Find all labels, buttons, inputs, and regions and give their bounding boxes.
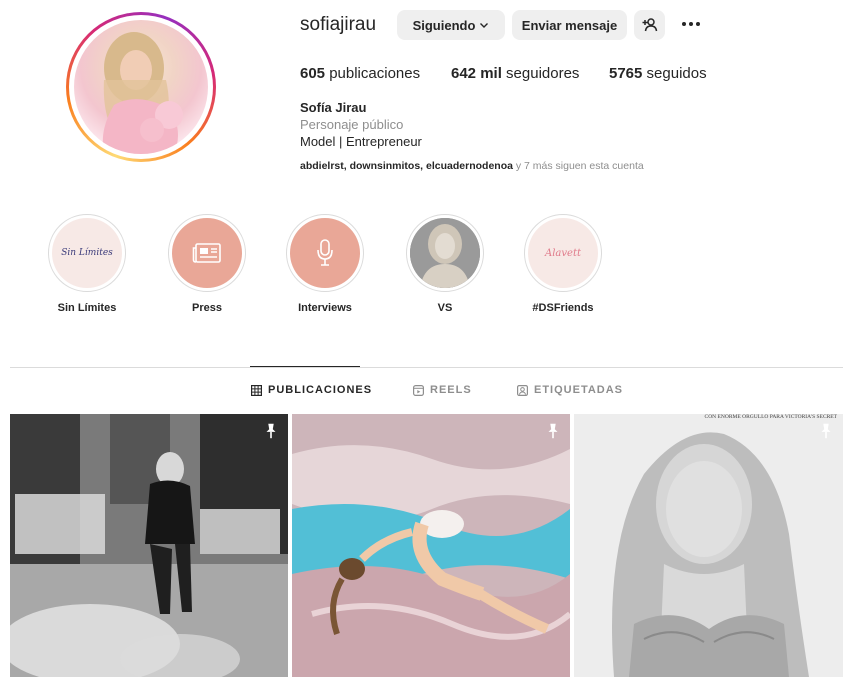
bio-full-name: Sofía Jirau [300, 100, 367, 115]
highlight-cover-text: Alavett [545, 247, 581, 259]
post-overlay-text: CON ENORME ORGULLO PARA VICTORIA'S SECRE… [704, 414, 837, 420]
followers-count[interactable]: 642 mil seguidores [451, 65, 579, 82]
portrait-photo [410, 218, 480, 288]
posts-count: 605 publicaciones [300, 65, 421, 82]
tagged-icon [517, 384, 528, 396]
highlight-ring [168, 214, 246, 292]
highlight-ring: Alavett [524, 214, 602, 292]
followed-by-more: y 7 más siguen esta cuenta [512, 160, 644, 172]
tab-label: ETIQUETADAS [534, 384, 624, 396]
highlight-ring: Sin Límites [48, 214, 126, 292]
highlight-label: VS [437, 302, 453, 314]
following-count[interactable]: 5765 seguidos [609, 65, 707, 82]
following-button[interactable]: Siguiendo [397, 10, 505, 40]
highlight-label: #DSFriends [532, 302, 594, 314]
highlight-cover [290, 218, 360, 288]
post-thumbnail[interactable] [292, 414, 570, 677]
chevron-down-icon [480, 23, 489, 28]
suggested-users-button[interactable] [634, 10, 665, 40]
tab-tagged[interactable]: ETIQUETADAS [517, 384, 623, 396]
pinned-icon [821, 423, 831, 439]
highlight-sin-limites[interactable]: Sin Límites Sin Límites [42, 214, 132, 314]
profile-avatar-ring[interactable] [66, 12, 216, 162]
highlight-cover-text: Sin Límites [61, 248, 113, 258]
avatar[interactable] [74, 20, 208, 154]
pinned-icon [548, 423, 558, 439]
post-photo-underwater [292, 414, 570, 677]
tab-label: PUBLICACIONES [268, 384, 373, 396]
post-photo-portrait [574, 414, 843, 677]
highlight-press[interactable]: Press [162, 214, 252, 314]
highlight-cover: Sin Límites [52, 218, 122, 288]
post-thumbnail[interactable] [10, 414, 288, 677]
highlight-cover [410, 218, 480, 288]
highlight-dsfriends[interactable]: Alavett #DSFriends [518, 214, 608, 314]
grid-icon [251, 384, 262, 396]
add-person-icon [642, 18, 657, 32]
username: sofiajirau [300, 14, 377, 35]
highlight-ring [406, 214, 484, 292]
highlight-label: Sin Límites [57, 302, 117, 314]
send-message-button[interactable]: Enviar mensaje [512, 10, 627, 40]
followed-by[interactable]: abdielrst, downsinmitos, elcuadernodenoa… [300, 160, 644, 172]
tab-label: REELS [430, 384, 472, 396]
post-photo-street [10, 414, 288, 677]
pinned-icon [266, 423, 276, 439]
more-options-icon[interactable] [679, 14, 703, 34]
followed-by-names: abdielrst, downsinmitos, elcuadernodenoa [300, 160, 513, 172]
active-tab-indicator [250, 366, 360, 367]
tabs-divider [10, 367, 843, 368]
microphone-icon [317, 239, 333, 266]
highlight-cover: Alavett [528, 218, 598, 288]
bio-category: Personaje público [300, 117, 404, 132]
highlight-label: Interviews [298, 302, 352, 314]
tab-reels[interactable]: REELS [413, 384, 472, 396]
newspaper-icon [192, 243, 221, 263]
highlight-cover [172, 218, 242, 288]
highlight-ring [286, 214, 364, 292]
following-label: Siguiendo [412, 17, 476, 33]
reels-icon [413, 384, 424, 396]
post-thumbnail[interactable]: CON ENORME ORGULLO PARA VICTORIA'S SECRE… [574, 414, 843, 677]
bio-text: Model | Entrepreneur [300, 134, 422, 149]
highlight-interviews[interactable]: Interviews [280, 214, 370, 314]
highlight-label: Press [192, 302, 222, 314]
avatar-frame [69, 15, 213, 159]
tab-posts[interactable]: PUBLICACIONES [251, 384, 372, 396]
avatar-photo [102, 32, 183, 154]
highlight-vs[interactable]: VS [400, 214, 490, 314]
